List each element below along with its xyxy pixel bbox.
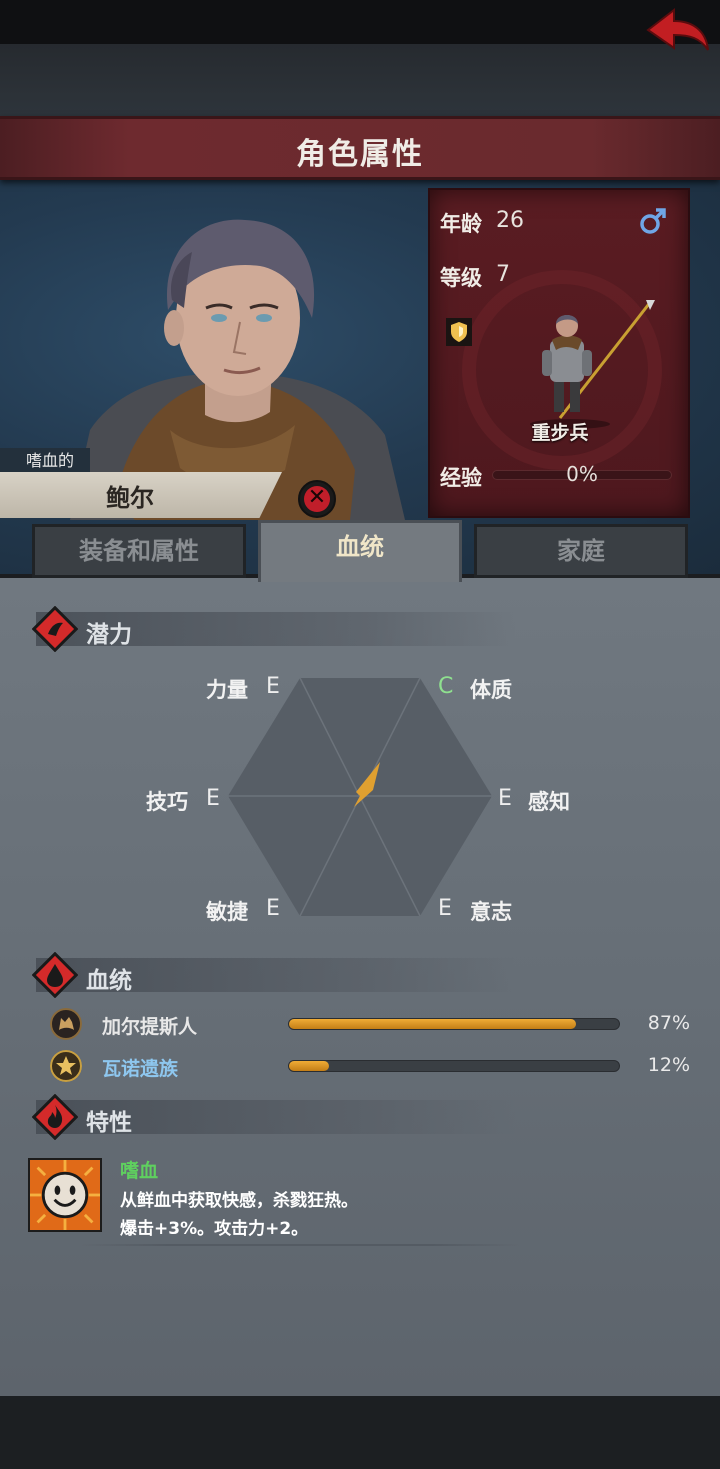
- dismiss-button[interactable]: ✕: [298, 480, 336, 518]
- attr-skill-grade: E: [206, 786, 220, 811]
- tab-bloodline[interactable]: 血统: [258, 520, 462, 582]
- potential-title: 潜力: [86, 622, 132, 648]
- back-arrow-icon: [646, 7, 709, 51]
- blood-drop-icon: [32, 952, 78, 998]
- level-value: 7: [496, 262, 510, 287]
- star-emblem-icon: [50, 1050, 82, 1082]
- level-label: 等级: [440, 266, 482, 290]
- close-icon: ✕: [304, 486, 330, 512]
- attr-will-grade: E: [438, 896, 452, 921]
- bloodline-bar: [288, 1018, 620, 1030]
- bloodline-name: 瓦诺遗族: [102, 1058, 179, 1080]
- attr-constitution-grade: C: [438, 674, 454, 699]
- attr-perception-label: 感知: [528, 790, 570, 814]
- attr-will-label: 意志: [470, 900, 512, 924]
- attr-strength-grade: E: [266, 674, 280, 699]
- wolf-emblem-icon: [50, 1008, 82, 1040]
- bloodline-name: 加尔提斯人: [102, 1016, 198, 1038]
- bloodline-bar-fill: [289, 1061, 329, 1071]
- exp-label: 经验: [440, 466, 482, 490]
- age-value: 26: [496, 208, 524, 233]
- bloodline-percent: 87%: [647, 1012, 690, 1034]
- bloodline-bar: [288, 1060, 620, 1072]
- attr-perception-grade: E: [498, 786, 512, 811]
- class-label: 重步兵: [531, 422, 589, 444]
- trait-effect: 爆击+3%。攻击力+2。: [120, 1219, 309, 1239]
- trait-name: 嗜血: [120, 1160, 159, 1182]
- tab-family[interactable]: 家庭: [474, 524, 688, 578]
- bottom-bar: [0, 1396, 720, 1469]
- shield-icon: [446, 318, 472, 346]
- attr-constitution-label: 体质: [470, 678, 512, 702]
- tab-equipment-attributes[interactable]: 装备和属性: [32, 524, 246, 578]
- character-name: 鲍尔: [106, 484, 154, 512]
- potential-icon: [32, 606, 78, 652]
- male-icon: [640, 208, 666, 234]
- potential-hexagon: [228, 677, 492, 917]
- age-label: 年龄: [440, 212, 482, 236]
- bloodline-percent: 12%: [647, 1054, 690, 1076]
- back-button[interactable]: [644, 4, 712, 58]
- attr-agility-label: 敏捷: [206, 900, 248, 924]
- title-banner: 角色属性: [0, 116, 720, 180]
- exp-value: 0%: [566, 462, 598, 486]
- attr-agility-grade: E: [266, 896, 280, 921]
- bloodline-bar-fill: [289, 1019, 577, 1029]
- status-bar: [0, 0, 720, 44]
- heavy-infantry-figure: [530, 300, 655, 429]
- attr-strength-label: 力量: [206, 678, 248, 702]
- attr-skill-label: 技巧: [146, 790, 188, 814]
- bloodline-title: 血统: [86, 968, 132, 994]
- grin-face-icon[interactable]: [28, 1158, 102, 1232]
- traits-title: 特性: [86, 1110, 132, 1136]
- trait-tag: 嗜血的: [0, 448, 90, 474]
- page-title: 角色属性: [296, 137, 424, 172]
- flame-icon: [32, 1094, 78, 1140]
- trait-description: 从鲜血中获取快感，杀戮狂热。: [120, 1191, 358, 1211]
- trait-divider: [80, 1244, 520, 1246]
